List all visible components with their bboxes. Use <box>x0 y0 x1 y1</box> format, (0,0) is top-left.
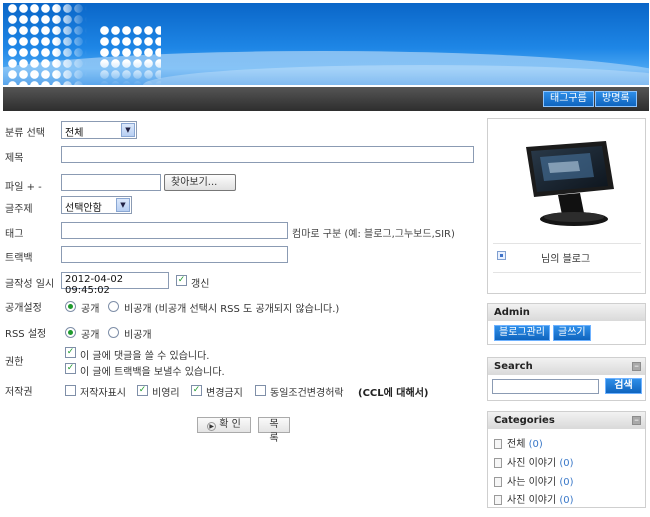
chevron-down-icon: ▼ <box>121 123 135 137</box>
confirm-button[interactable]: ▶ 확 인 <box>197 417 251 433</box>
category-item[interactable]: 사진 이야기 (0) <box>494 491 574 506</box>
title-input[interactable] <box>61 146 474 163</box>
category-item[interactable]: 사는 이야기 (0) <box>494 473 574 488</box>
visibility-label: 공개설정 <box>5 303 42 314</box>
guestbook-button[interactable]: 방명록 <box>595 91 637 107</box>
header-banner <box>3 3 649 85</box>
category-count: (0) <box>559 477 574 488</box>
browse-file-button[interactable]: 찾아보기... <box>164 174 236 191</box>
category-count: (0) <box>528 439 543 450</box>
topic-select[interactable]: 선택안함 ▼ <box>61 196 132 214</box>
tag-label: 태그 <box>5 229 24 240</box>
document-icon <box>494 495 502 505</box>
allow-trackback-label: 이 글에 트랙백을 보낼수 있습니다. <box>80 367 225 378</box>
update-datetime-label: 갱신 <box>191 279 210 290</box>
categories-box: Categories − 전체 (0) 사진 이야기 (0) 사는 이야기 (0… <box>487 411 646 508</box>
cc-noncommercial-label: 비영리 <box>152 388 180 399</box>
collapse-icon[interactable]: − <box>632 416 641 425</box>
rss-public-label: 공개 <box>81 330 100 341</box>
rss-private-label: 비공개 <box>124 330 152 341</box>
tag-input[interactable] <box>61 222 288 239</box>
search-box: Search − 검색 <box>487 357 646 401</box>
profile-name: 님의 블로그 <box>541 254 591 265</box>
category-select[interactable]: 전체 ▼ <box>61 121 137 139</box>
rss-public-radio[interactable] <box>65 327 76 338</box>
cc-noderivs-label: 변경금지 <box>206 388 243 399</box>
category-label: 분류 선택 <box>5 128 45 139</box>
profile-link-row[interactable]: 님의 블로그 <box>493 243 641 273</box>
document-icon <box>494 477 502 487</box>
visibility-public-radio[interactable] <box>65 301 76 312</box>
topic-select-value: 선택안함 <box>65 203 102 214</box>
category-count: (0) <box>559 458 574 469</box>
category-name: 사진 이야기 <box>507 458 557 469</box>
search-title-text: Search <box>494 361 533 372</box>
blog-manage-button[interactable]: 블로그관리 <box>494 325 550 341</box>
confirm-button-label: 확 인 <box>219 419 241 430</box>
category-item[interactable]: 사진 이야기 (0) <box>494 454 574 469</box>
arrow-right-icon: ▶ <box>207 422 217 431</box>
rss-label: RSS 설정 <box>5 329 47 340</box>
profile-box: 님의 블로그 <box>487 118 646 294</box>
visibility-private-radio[interactable] <box>108 301 119 312</box>
cc-noncommercial-checkbox[interactable]: ✓ <box>137 385 148 396</box>
admin-title: Admin <box>488 304 645 321</box>
update-datetime-checkbox[interactable]: ✓ <box>176 275 187 286</box>
visibility-private-label: 비공개 (비공개 선택시 RSS 도 공개되지 않습니다.) <box>124 304 340 315</box>
visibility-public-label: 공개 <box>81 304 100 315</box>
trackback-label: 트랙백 <box>5 253 33 264</box>
cc-noderivs-checkbox[interactable]: ✓ <box>191 385 202 396</box>
nav-bar: 태그구름 방명록 <box>3 87 649 111</box>
datetime-label: 글작성 일시 <box>5 279 55 290</box>
cc-sharealike-checkbox[interactable] <box>255 385 266 396</box>
cc-sharealike-label: 동일조건변경허락 <box>270 388 344 399</box>
banner-dot-pattern-right <box>99 25 161 85</box>
profile-picture-icon <box>497 251 506 260</box>
search-input[interactable] <box>492 379 599 394</box>
profile-image-pos-terminal <box>526 141 614 226</box>
categories-title: Categories − <box>488 412 645 429</box>
ccl-info-link[interactable]: (CCL에 대해서) <box>358 384 428 399</box>
search-title: Search − <box>488 358 645 375</box>
post-write-form: 분류 선택 전체 ▼ 제목 파일 + - 찾아보기... 글주제 선택안함 ▼ … <box>0 112 482 517</box>
datetime-input[interactable]: 2012-04-02 09:45:02 <box>61 272 169 296</box>
cc-attribution-checkbox[interactable] <box>65 385 76 396</box>
allow-comment-checkbox[interactable]: ✓ <box>65 347 76 358</box>
category-item[interactable]: 전체 (0) <box>494 435 543 450</box>
file-path-input[interactable] <box>61 174 161 191</box>
tag-cloud-button[interactable]: 태그구름 <box>543 91 594 107</box>
document-icon <box>494 458 502 468</box>
write-post-button[interactable]: 글쓰기 <box>553 325 591 341</box>
list-button[interactable]: 목록 <box>258 417 290 444</box>
admin-box: Admin 블로그관리 글쓰기 <box>487 303 646 345</box>
permission-label: 권한 <box>5 357 24 368</box>
allow-comment-label: 이 글에 댓글을 쓸 수 있습니다. <box>80 351 210 362</box>
category-name: 사는 이야기 <box>507 477 557 488</box>
topic-label: 글주제 <box>5 204 33 215</box>
category-select-value: 전체 <box>65 128 84 139</box>
search-button[interactable]: 검색 <box>605 378 642 394</box>
collapse-icon[interactable]: − <box>632 362 641 371</box>
document-icon <box>494 439 502 449</box>
trackback-input[interactable] <box>61 246 288 263</box>
chevron-down-icon: ▼ <box>116 198 130 212</box>
file-label: 파일 + - <box>5 182 42 193</box>
allow-trackback-checkbox[interactable]: ✓ <box>65 363 76 374</box>
category-count: (0) <box>559 495 574 506</box>
title-label: 제목 <box>5 153 24 164</box>
copyright-label: 저작권 <box>5 387 33 398</box>
cc-attribution-label: 저작자표시 <box>80 388 126 399</box>
category-name: 사진 이야기 <box>507 495 557 506</box>
rss-private-radio[interactable] <box>108 327 119 338</box>
categories-title-text: Categories <box>494 415 555 426</box>
banner-dot-pattern-left <box>7 3 87 85</box>
category-name: 전체 <box>507 439 526 450</box>
tag-hint: 컴마로 구분 (예: 블로그,그누보드,SIR) <box>292 229 455 240</box>
